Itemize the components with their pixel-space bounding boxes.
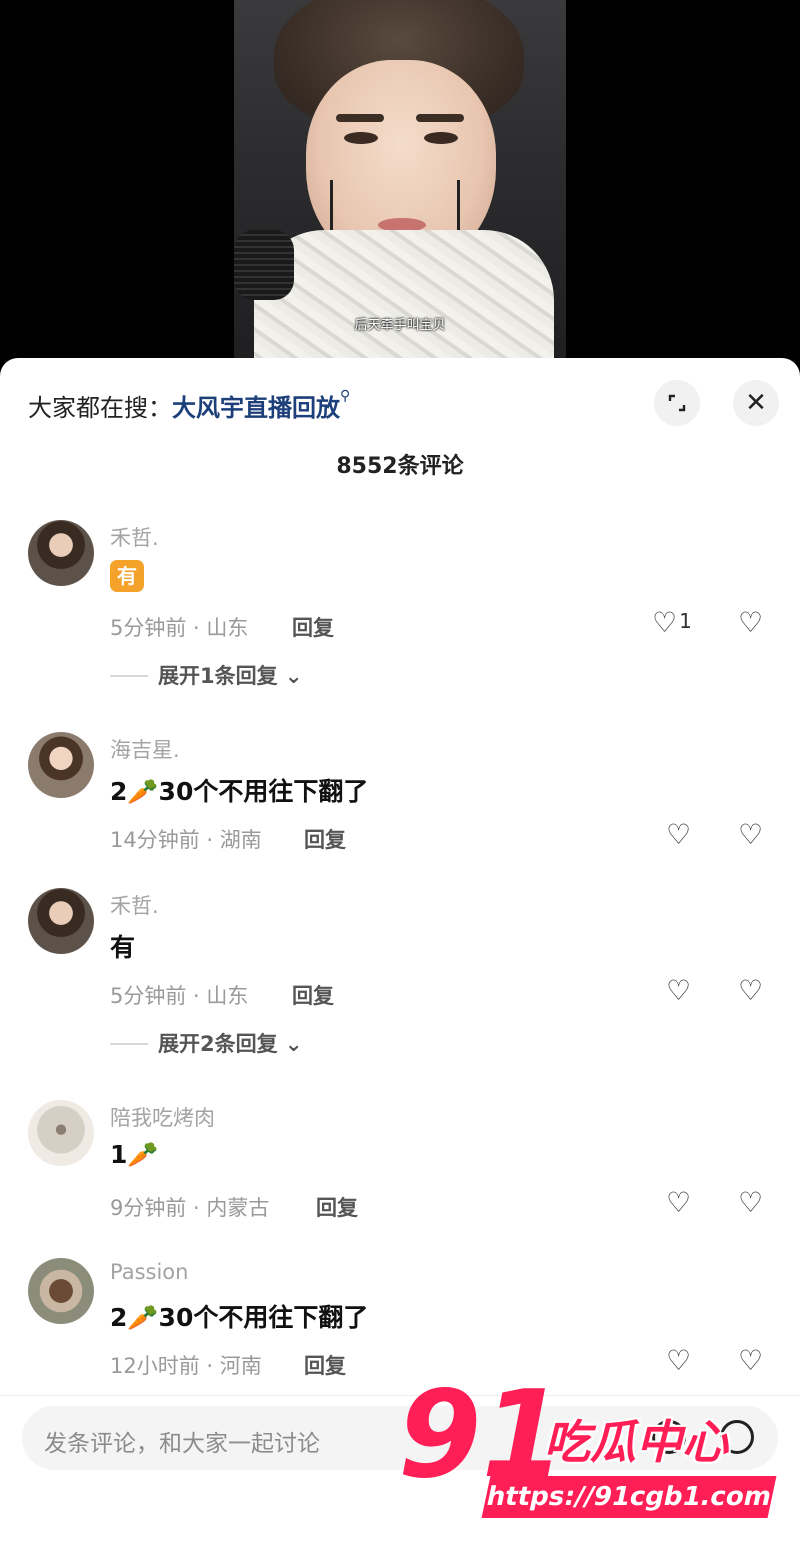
comment-text: 有 bbox=[110, 933, 136, 962]
brow-right bbox=[416, 114, 464, 122]
search-link[interactable]: 大风宇直播回放 bbox=[172, 394, 340, 422]
comment-count: 8552条评论 bbox=[336, 454, 464, 479]
broken-heart-icon: ♡ bbox=[738, 1186, 764, 1219]
watermark-url: https://91cgb1.com bbox=[481, 1476, 777, 1518]
eye-right bbox=[424, 132, 458, 144]
reply-button[interactable]: 回复 bbox=[304, 824, 346, 854]
watermark-brand: 吃瓜中心 bbox=[544, 1415, 728, 1469]
comment-meta: 12小时前 · 河南 bbox=[110, 1354, 262, 1378]
like-button[interactable]: ♡ 1 bbox=[652, 606, 692, 639]
close-icon: ✕ bbox=[745, 388, 767, 418]
heart-icon: ♡ bbox=[652, 606, 678, 639]
like-button[interactable]: ♡ bbox=[666, 974, 691, 1007]
like-button[interactable]: ♡ bbox=[666, 1344, 691, 1377]
reply-button[interactable]: 回复 bbox=[316, 1192, 358, 1222]
reply-button[interactable]: 回复 bbox=[292, 980, 334, 1010]
carrot-emoji: 🥕 bbox=[127, 777, 159, 806]
comment-username[interactable]: Passion bbox=[110, 1260, 188, 1284]
expand-replies[interactable]: 展开1条回复 ⌄ bbox=[110, 660, 303, 690]
avatar[interactable] bbox=[28, 732, 94, 798]
comment-username[interactable]: 陪我吃烤肉 bbox=[110, 1102, 215, 1132]
expand-replies-label: 展开1条回复 ⌄ bbox=[158, 664, 303, 688]
dislike-button[interactable]: ♡ bbox=[738, 818, 763, 851]
comment-username[interactable]: 禾哲. bbox=[110, 522, 159, 552]
comment-meta: 9分钟前 · 内蒙古 bbox=[110, 1196, 270, 1220]
comment-meta: 14分钟前 · 湖南 bbox=[110, 828, 262, 852]
like-button[interactable]: ♡ bbox=[666, 1186, 691, 1219]
expand-icon bbox=[668, 394, 686, 412]
eye-left bbox=[344, 132, 378, 144]
reply-button[interactable]: 回复 bbox=[304, 1350, 346, 1380]
dislike-button[interactable]: ♡ bbox=[738, 1186, 763, 1219]
expand-replies[interactable]: 展开2条回复 ⌄ bbox=[110, 1028, 303, 1058]
avatar[interactable] bbox=[28, 1258, 94, 1324]
brow-left bbox=[336, 114, 384, 122]
dislike-button[interactable]: ♡ bbox=[738, 1344, 763, 1377]
expand-button[interactable] bbox=[654, 380, 700, 426]
video-subtitle: 后天牵手叫宝贝 bbox=[354, 318, 446, 333]
broken-heart-icon: ♡ bbox=[738, 818, 764, 851]
expand-replies-label: 展开2条回复 ⌄ bbox=[158, 1032, 303, 1056]
watermark-logo: 91 吃瓜中心 https://91cgb1.com bbox=[398, 1376, 788, 1526]
search-prefix: 大家都在搜： bbox=[28, 394, 172, 422]
avatar[interactable] bbox=[28, 1100, 94, 1166]
streamer-shirt bbox=[254, 230, 554, 362]
heart-icon: ♡ bbox=[666, 818, 692, 851]
dislike-button[interactable]: ♡ bbox=[738, 606, 763, 639]
microphone bbox=[234, 230, 294, 300]
comment-username[interactable]: 禾哲. bbox=[110, 890, 159, 920]
search-icon: ⚲ bbox=[340, 388, 351, 404]
heart-icon: ♡ bbox=[666, 1186, 692, 1219]
carrot-emoji: 🥕 bbox=[127, 1303, 159, 1332]
video-frame: 后天牵手叫宝贝 bbox=[234, 0, 566, 362]
avatar[interactable] bbox=[28, 888, 94, 954]
carrot-emoji: 🥕 bbox=[127, 1140, 159, 1169]
comment-text: 2🥕30个不用往下翻了 bbox=[110, 777, 369, 806]
comment-text: 有 bbox=[110, 560, 144, 592]
search-suggestion[interactable]: 大家都在搜：大风宇直播回放⚲ bbox=[28, 388, 350, 423]
comment-meta: 5分钟前 · 山东 bbox=[110, 616, 249, 640]
heart-icon: ♡ bbox=[666, 1344, 692, 1377]
reply-button[interactable]: 回复 bbox=[292, 612, 334, 642]
comment-text: 2🥕30个不用往下翻了 bbox=[110, 1303, 369, 1332]
heart-icon: ♡ bbox=[666, 974, 692, 1007]
comment-input-placeholder: 发条评论，和大家一起讨论 bbox=[44, 1431, 320, 1457]
video-player[interactable]: 后天牵手叫宝贝 bbox=[0, 0, 800, 362]
close-button[interactable]: ✕ bbox=[733, 380, 779, 426]
comment-username[interactable]: 海吉星. bbox=[110, 734, 180, 764]
like-button[interactable]: ♡ bbox=[666, 818, 691, 851]
broken-heart-icon: ♡ bbox=[738, 974, 764, 1007]
text-badge: 有 bbox=[110, 560, 144, 592]
comment-text: 1🥕 bbox=[110, 1140, 159, 1169]
comment-meta: 5分钟前 · 山东 bbox=[110, 984, 249, 1008]
like-count: 1 bbox=[679, 609, 692, 633]
divider-line bbox=[110, 1043, 148, 1045]
divider-line bbox=[110, 675, 148, 677]
broken-heart-icon: ♡ bbox=[738, 1344, 764, 1377]
dislike-button[interactable]: ♡ bbox=[738, 974, 763, 1007]
avatar[interactable] bbox=[28, 520, 94, 586]
broken-heart-icon: ♡ bbox=[738, 606, 764, 639]
